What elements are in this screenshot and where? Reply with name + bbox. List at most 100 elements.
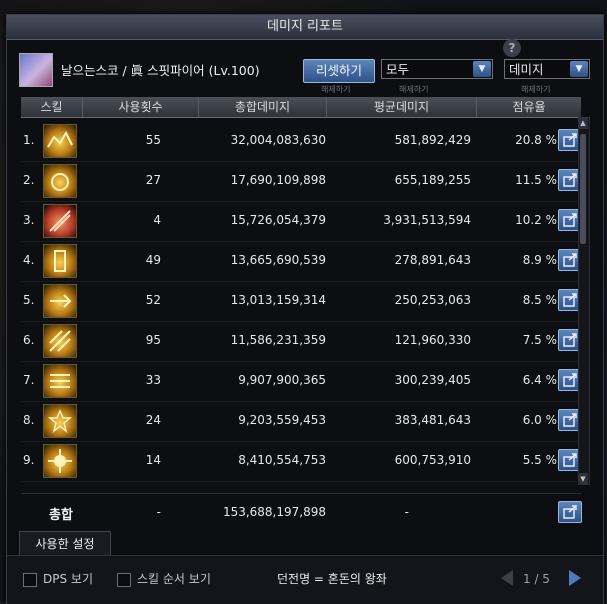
skill-order-checkbox[interactable]: 스킬 순서 보기 [117,570,211,587]
scroll-down-icon[interactable]: ▼ [578,473,588,485]
skill-icon [43,164,77,198]
table-row: 8. 24 9,203,559,453 383,481,643 6.0 % [21,401,582,442]
dps-view-label: DPS 보기 [43,572,93,586]
row-avg: 250,253,063 [394,293,471,307]
row-total: 11,586,231,359 [230,333,326,347]
table-header: 스킬 사용횟수 총합데미지 평균데미지 점유율 [21,97,581,118]
row-uses: 52 [145,293,161,307]
chevron-down-icon: ▼ [473,61,491,77]
row-avg: 300,239,405 [394,373,471,387]
character-name: 날으는스코 / 眞 스핏파이어 (Lv.100) [61,63,260,78]
tab-used-settings[interactable]: 사용한 설정 [19,531,111,556]
row-total: 9,907,900,365 [238,373,326,387]
page-indicator: 1 / 5 [523,572,550,586]
dungeon-name: 던전명 = 혼돈의 왕좌 [277,572,387,586]
row-share: 7.5 % [522,333,557,347]
header-avg: 평균데미지 [327,97,477,117]
checkbox-icon [23,572,37,587]
checkbox-icon [117,572,131,587]
row-rank: 5. [23,293,35,307]
damage-report-window: 데미지 리포트 ? 날으는스코 / 眞 스핏파이어 (Lv.100) 리셋하기 … [6,14,604,604]
total-row: 총합 - 153,688,197,898 - [21,493,582,530]
table-row: 3. 4 15,726,054,379 3,931,513,594 10.2 % [21,201,582,242]
skill-icon [43,284,77,318]
metric-select-value: 데미지 [509,62,544,77]
row-total: 8,410,554,753 [238,453,326,467]
row-share: 10.2 % [515,213,557,227]
row-share: 5.5 % [522,453,557,467]
row-rank: 7. [23,373,35,387]
row-uses: 33 [145,373,161,387]
row-share: 8.5 % [522,293,557,307]
damage-table: 스킬 사용횟수 총합데미지 평균데미지 점유율 1. 55 32,004,083… [21,97,582,517]
header-uses: 사용횟수 [83,97,199,117]
reset-sublabel: 해제하기 [321,85,351,94]
row-uses: 4 [153,213,161,227]
row-share: 6.0 % [522,413,557,427]
header-skill: 스킬 [21,97,83,117]
header-share: 점유율 [512,100,546,114]
table-scrollbar[interactable]: ▲ ▼ [578,117,590,485]
window-title: 데미지 리포트 [7,15,603,40]
page-prev-icon[interactable] [501,570,513,586]
row-uses: 27 [145,173,161,187]
chevron-down-icon: ▼ [570,61,588,77]
row-uses: 55 [145,133,161,147]
table-row: 2. 27 17,690,109,898 655,189,255 11.5 % [21,161,582,202]
row-avg: 3,931,513,594 [383,213,471,227]
table-row: 9. 14 8,410,554,753 600,753,910 5.5 % [21,441,582,482]
total-uses: - [156,505,161,519]
table-row: 1. 55 32,004,083,630 581,892,429 20.8 % [21,121,582,162]
footer-bar: DPS 보기 스킬 순서 보기 던전명 = 혼돈의 왕좌 1 / 5 [7,555,603,604]
row-rank: 4. [23,253,35,267]
skill-order-label: 스킬 순서 보기 [137,572,211,586]
row-avg: 383,481,643 [394,413,471,427]
table-row: 5. 52 13,013,159,314 250,253,063 8.5 % [21,281,582,322]
skill-icon [43,124,77,158]
skill-icon [43,204,77,238]
row-avg: 600,753,910 [394,453,471,467]
filter-select[interactable]: 모두 ▼ [381,59,493,79]
header-total: 총합데미지 [199,97,327,117]
row-total: 13,013,159,314 [230,293,326,307]
row-uses: 95 [145,333,161,347]
avatar [19,53,53,87]
row-rank: 1. [23,133,35,147]
share-icon[interactable] [558,501,582,523]
help-icon[interactable]: ? [503,39,521,57]
row-rank: 3. [23,213,35,227]
total-avg: - [404,505,409,519]
filter-sublabel: 해제하기 [399,85,429,94]
skill-icon [43,324,77,358]
row-rank: 2. [23,173,35,187]
row-uses: 24 [145,413,161,427]
row-share: 6.4 % [522,373,557,387]
row-avg: 121,960,330 [394,333,471,347]
scroll-up-icon[interactable]: ▲ [578,117,588,129]
table-row: 4. 49 13,665,690,539 278,891,643 8.9 % [21,241,582,282]
row-avg: 655,189,255 [394,173,471,187]
row-rank: 9. [23,453,35,467]
page-next-icon[interactable] [569,570,581,586]
reset-button[interactable]: 리셋하기 [303,59,375,83]
metric-select[interactable]: 데미지 ▼ [504,59,590,79]
table-row: 7. 33 9,907,900,365 300,239,405 6.4 % [21,361,582,402]
skill-icon [43,244,77,278]
skill-icon [43,444,77,478]
skill-icon [43,364,77,398]
row-total: 32,004,083,630 [230,133,326,147]
row-total: 9,203,559,453 [238,413,326,427]
row-share: 11.5 % [515,173,557,187]
scroll-thumb[interactable] [580,134,586,244]
row-share: 8.9 % [522,253,557,267]
table-row: 6. 95 11,586,231,359 121,960,330 7.5 % [21,321,582,362]
row-total: 13,665,690,539 [230,253,326,267]
row-share: 20.8 % [515,133,557,147]
row-uses: 49 [145,253,161,267]
filter-select-value: 모두 [386,62,410,77]
skill-icon [43,404,77,438]
row-avg: 581,892,429 [394,133,471,147]
row-total: 17,690,109,898 [230,173,326,187]
metric-sublabel: 해제하기 [521,85,551,94]
dps-view-checkbox[interactable]: DPS 보기 [23,570,93,587]
